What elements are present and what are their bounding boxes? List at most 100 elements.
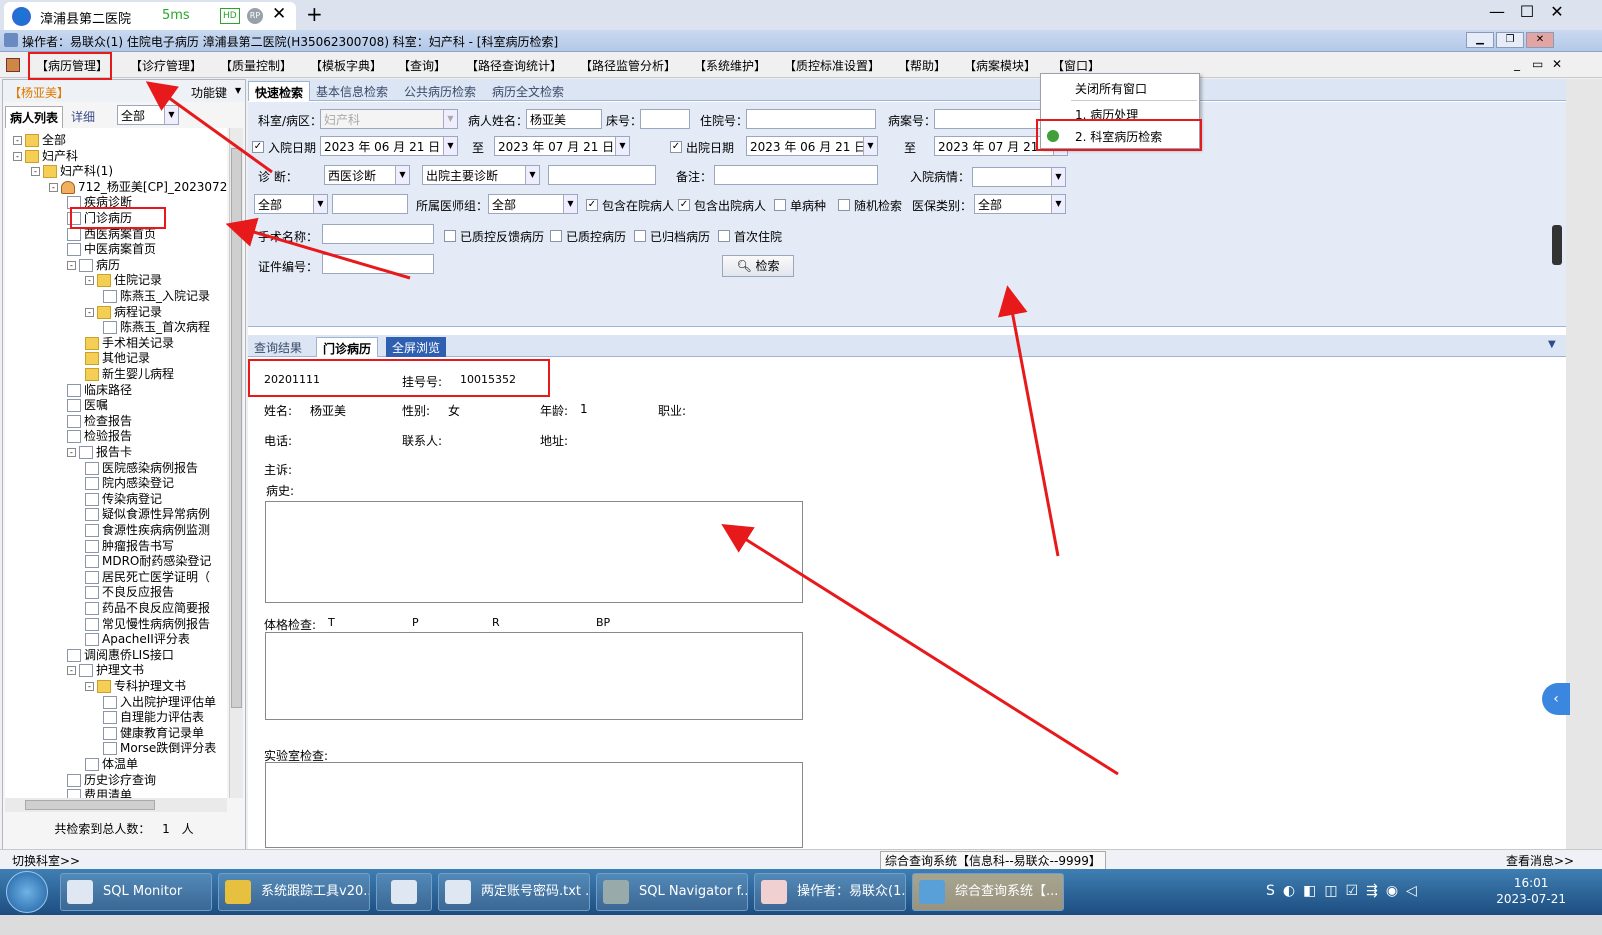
tree-node[interactable]: 传染病登记 [85, 491, 162, 507]
cert-no-input[interactable] [322, 254, 434, 274]
tree-node[interactable]: 手术相关记录 [85, 335, 174, 351]
tree-expand-icon[interactable]: - [85, 307, 94, 317]
admit-date-checkbox[interactable]: ✓ [252, 141, 264, 153]
tab-fulltext-search[interactable]: 病历全文检索 [486, 81, 570, 101]
tree-node[interactable]: 检验报告 [67, 428, 132, 444]
tree-node[interactable]: - 712_杨亚美[CP]_20230720 [49, 179, 227, 195]
single-disease-checkbox[interactable] [774, 199, 786, 211]
mdi-minimize-icon[interactable]: _ [1514, 57, 1520, 71]
scroll-thumb[interactable] [231, 148, 242, 708]
close-tab-icon[interactable]: ✕ [272, 4, 286, 24]
history-textarea[interactable] [265, 501, 803, 603]
menu-path-supervision[interactable]: 【路径监管分析】 [580, 57, 676, 74]
menu-qc-standard[interactable]: 【质控标准设置】 [784, 57, 880, 74]
minimize-icon[interactable]: — [1482, 2, 1512, 21]
tree-node[interactable]: 食源性疾病病例监测 [85, 522, 210, 538]
tab-outpatient-record[interactable]: 门诊病历 [316, 337, 379, 357]
doctor-group-select[interactable]: 全部 ▼ [488, 194, 578, 214]
side-expand-icon[interactable]: ‹ [1542, 683, 1570, 715]
tree-node[interactable]: - 专科护理文书 [85, 678, 186, 694]
collapse-icon[interactable]: ▼ [1548, 339, 1556, 350]
tree-node[interactable]: 健康教育记录单 [103, 725, 204, 741]
tree-node[interactable]: 不良反应报告 [85, 584, 174, 600]
insurance-select[interactable]: 全部 ▼ [974, 194, 1066, 214]
close-all-windows-item[interactable]: 关闭所有窗口 [1075, 80, 1147, 97]
taskbar-sql-navigator[interactable]: SQL Navigator f... [596, 873, 748, 911]
scope-select[interactable]: 全部 ▼ [254, 194, 328, 214]
tree-node[interactable]: 检查报告 [67, 413, 132, 429]
tab-fullscreen[interactable]: 全屏浏览 [386, 337, 447, 357]
switch-dept-link[interactable]: 切换科室>> [12, 852, 80, 869]
diagnosis-kind-select[interactable]: 出院主要诊断 ▼ [422, 165, 540, 185]
include-discharged-checkbox[interactable]: ✓ [678, 199, 690, 211]
patient-filter-select[interactable]: 全部 ▼ [117, 105, 179, 125]
patient-name-input[interactable]: 杨亚美 [526, 109, 602, 129]
tree-horizontal-scrollbar[interactable] [5, 798, 227, 812]
admit-to-date[interactable]: 2023 年 07 月 21 日 ▼ [494, 136, 630, 156]
tree-node[interactable]: 入出院护理评估单 [103, 694, 216, 710]
tab-query-results[interactable]: 查询结果 [248, 337, 308, 357]
scope-input[interactable] [332, 194, 408, 214]
start-button-icon[interactable] [6, 871, 48, 913]
splitter-handle[interactable] [1552, 225, 1562, 265]
lab-textarea[interactable] [265, 762, 803, 848]
tree-node[interactable]: 院内感染登记 [85, 475, 174, 491]
diagnosis-input[interactable] [548, 165, 656, 185]
tree-expand-icon[interactable]: - [49, 182, 58, 192]
tree-expand-icon[interactable]: - [13, 136, 22, 145]
taskbar-network-app[interactable] [376, 873, 432, 911]
tab-basic-info-search[interactable]: 基本信息检索 [310, 81, 394, 101]
tab-patient-list[interactable]: 病人列表 [5, 106, 64, 129]
maximize-icon[interactable]: ☐ [1512, 2, 1542, 21]
app-close-button[interactable]: ✕ [1526, 32, 1554, 48]
menu-quality-control[interactable]: 【质量控制】 [220, 57, 292, 74]
tray-icons[interactable]: S◐◧◫☑⇶◉◁ [1266, 883, 1425, 899]
tree-node[interactable]: - 报告卡 [67, 444, 132, 460]
inpatient-no-input[interactable] [746, 109, 876, 129]
include-inpatients-checkbox[interactable]: ✓ [586, 199, 598, 211]
tree-node[interactable]: - 护理文书 [67, 662, 144, 678]
tree-node[interactable]: 居民死亡医学证明（ [85, 569, 210, 585]
tab-detail[interactable]: 详细 [71, 108, 95, 125]
qc-feedback-checkbox[interactable] [444, 230, 456, 242]
tree-node[interactable]: - 妇产科 [13, 148, 78, 164]
first-admission-checkbox[interactable] [718, 230, 730, 242]
tree-vertical-scrollbar[interactable] [229, 128, 243, 798]
discharge-from-date[interactable]: 2023 年 06 月 21 日 ▼ [746, 136, 878, 156]
tree-node[interactable]: 药品不良反应简要报 [85, 600, 210, 616]
tab-quick-search[interactable]: 快速检索 [248, 81, 311, 101]
tree-node[interactable]: 费用清单 [67, 787, 132, 798]
tree-node[interactable]: Morse跌倒评分表 [103, 740, 216, 756]
mdi-restore-icon[interactable]: ▭ [1532, 57, 1543, 71]
menu-system-maint[interactable]: 【系统维护】 [694, 57, 766, 74]
discharge-date-checkbox[interactable]: ✓ [670, 141, 682, 153]
bed-input[interactable] [640, 109, 690, 129]
tab-public-record-search[interactable]: 公共病历检索 [398, 81, 482, 101]
hscroll-thumb[interactable] [25, 800, 155, 810]
close-icon[interactable]: ✕ [1542, 2, 1572, 21]
menu-case-module[interactable]: 【病案模块】 [964, 57, 1036, 74]
tree-node[interactable]: - 病程记录 [85, 304, 162, 320]
menu-query[interactable]: 【查询】 [398, 57, 446, 74]
tree-expand-icon[interactable]: - [67, 448, 76, 457]
function-key-dropdown[interactable]: 功能键 [191, 84, 227, 101]
tree-node[interactable]: - 妇产科(1) [31, 163, 113, 179]
chevron-down-icon[interactable]: ▼ [235, 86, 241, 95]
tree-node[interactable]: 常见慢性病病例报告 [85, 616, 210, 632]
tree-node[interactable]: 临床路径 [67, 382, 132, 398]
tree-node[interactable]: 医嘱 [67, 397, 108, 413]
browser-tab[interactable]: 👤 漳浦县第二医院 5ms HD RP ✕ [4, 2, 296, 30]
view-messages-link[interactable]: 查看消息>> [1506, 852, 1574, 869]
menu-window[interactable]: 【窗口】 [1052, 57, 1100, 74]
tree-node[interactable]: 医院感染病例报告 [85, 460, 198, 476]
tree-expand-icon[interactable]: - [67, 666, 76, 676]
random-search-checkbox[interactable] [838, 199, 850, 211]
tree-node[interactable]: - 全部 [13, 132, 66, 148]
new-tab-button[interactable]: + [306, 2, 323, 26]
surgery-input[interactable] [322, 224, 434, 244]
app-minimize-button[interactable]: ▁ [1466, 32, 1494, 48]
tree-node[interactable]: 其他记录 [85, 350, 150, 366]
diagnosis-type-select[interactable]: 西医诊断 ▼ [324, 165, 410, 185]
mdi-close-icon[interactable]: ✕ [1552, 57, 1562, 71]
tree-node[interactable]: 体温单 [85, 756, 138, 772]
